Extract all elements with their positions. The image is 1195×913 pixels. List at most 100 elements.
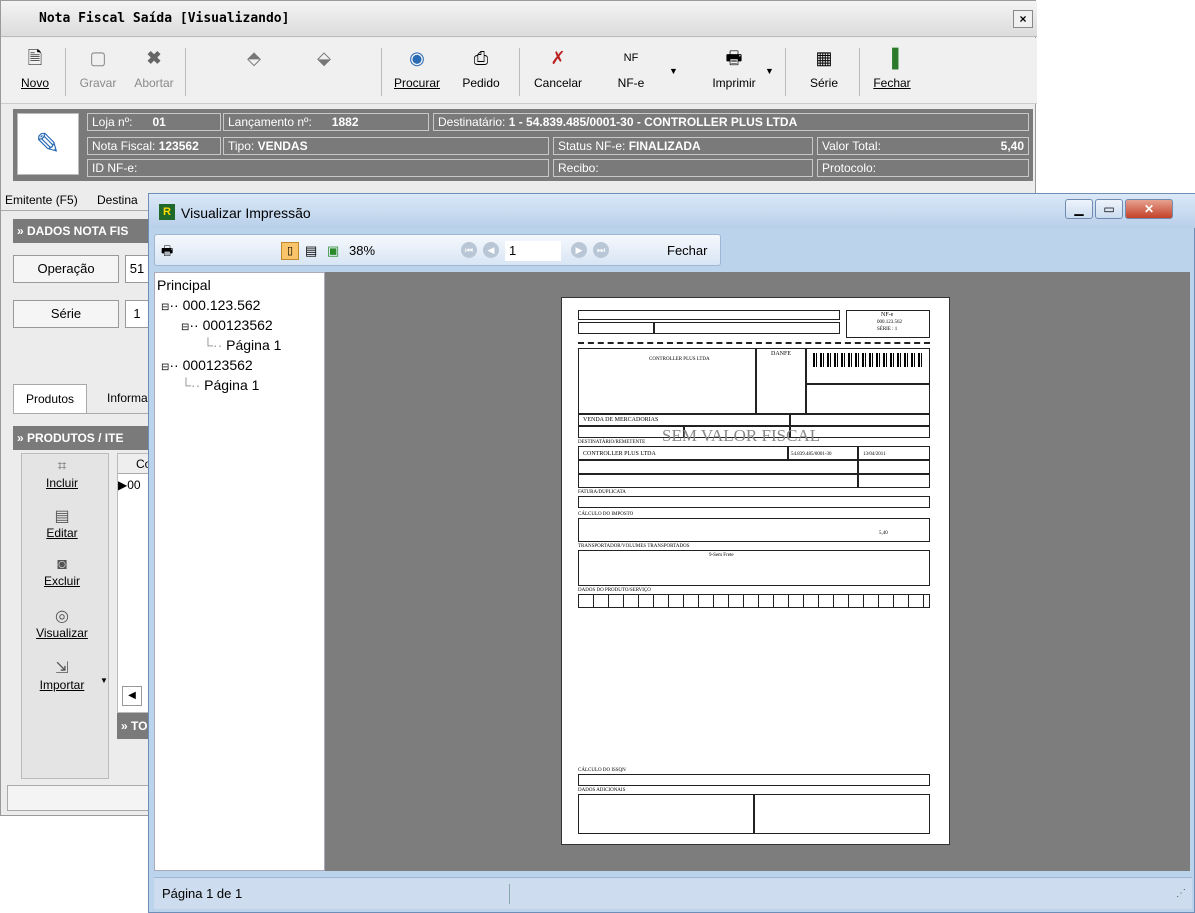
nfe-dropdown-icon[interactable]: ▼: [669, 66, 678, 76]
view-icon: ◎: [55, 608, 69, 625]
tree-node[interactable]: ⊟·· 000.123.562: [161, 297, 260, 313]
editar-button[interactable]: ▤ Editar: [22, 506, 102, 540]
single-page-icon[interactable]: ▯: [281, 242, 299, 260]
window-close-button[interactable]: ✕: [1125, 199, 1173, 219]
fechar-button[interactable]: ▐ Fechar: [867, 46, 917, 98]
valor-total-field: Valor Total: 5,40: [817, 137, 1029, 155]
printer-icon: ⎙: [473, 48, 489, 68]
preview-toolbar: 🖶 ▯ ▤ ▣ 38% ⏮ ◀ 1 ▶ ⏭ Fechar: [154, 234, 721, 266]
minimize-button[interactable]: ▁: [1065, 199, 1093, 219]
tab-informacoes[interactable]: Informa: [107, 391, 148, 405]
first-page-icon[interactable]: ⏮: [461, 242, 477, 258]
lancamento-field: Lançamento nº: 1882: [223, 113, 429, 131]
collapse-icon: ⊟: [161, 362, 170, 373]
cancel-icon: ✗: [550, 48, 566, 68]
insert-icon: ⌗: [57, 458, 67, 475]
dados-nota-section-title: » DADOS NOTA FIS: [13, 219, 149, 243]
natureza-box: VENDA DE MERCADORIAS: [578, 414, 790, 426]
preview-statusbar: Página 1 de 1 ⋰: [154, 877, 1192, 909]
incluir-button[interactable]: ⌗ Incluir: [22, 458, 102, 490]
procurar-button[interactable]: ◉ Procurar: [387, 46, 447, 98]
cancelar-button[interactable]: ✗ Cancelar: [525, 46, 591, 98]
operacao-input[interactable]: 51: [125, 255, 149, 283]
nota-header-panel: ✎ Loja nº: 01 Lançamento nº: 1882 Destin…: [13, 109, 1033, 181]
destinatario-field: Destinatário: 1 - 54.839.485/0001-30 - C…: [433, 113, 1029, 131]
actions-panel: ⌗ Incluir ▤ Editar ◙ Excluir ◎ Visualizar ⇲ I…: [21, 453, 109, 779]
arrow-down-icon: ⬙: [317, 48, 331, 68]
app-icon: R: [159, 204, 175, 220]
page-width-icon[interactable]: ▣: [327, 241, 339, 261]
loja-field: Loja nº: 01: [87, 113, 221, 131]
previous-record-button[interactable]: ⬘: [239, 46, 269, 98]
tab-emitente[interactable]: Emitente (F5): [5, 193, 78, 207]
next-page-icon[interactable]: ▶: [571, 242, 587, 258]
produtos-grid[interactable]: Co ▶00 ◀: [117, 453, 151, 713]
x-icon: ✖: [146, 48, 162, 68]
operacao-label: Operação: [13, 255, 119, 283]
page-tree: Principal ⊟·· 000.123.562 ⊟·· 000123562 …: [154, 272, 325, 871]
print-icon[interactable]: 🖶: [161, 241, 173, 261]
barcode-icon: [813, 353, 923, 367]
maximize-button[interactable]: ▭: [1095, 199, 1123, 219]
tab-destinatario[interactable]: Destina: [97, 193, 138, 207]
exit-door-icon: ▐: [885, 48, 899, 68]
subtabs: Produtos Informa: [13, 384, 149, 414]
edit-icon: ▤: [54, 508, 70, 525]
nota-fiscal-field: Nota Fiscal: 123562: [87, 137, 221, 155]
tipo-field: Tipo: VENDAS: [223, 137, 549, 155]
status-nfe-field: Status NF-e: FINALIZADA: [553, 137, 813, 155]
next-record-button[interactable]: ⬙: [309, 46, 339, 98]
nfe-button[interactable]: NF NF-e: [601, 46, 661, 98]
produtos-section-title: » PRODUTOS / ITE: [13, 426, 149, 450]
tab-produtos[interactable]: Produtos: [13, 384, 87, 414]
nfe-icon: NF: [623, 52, 639, 64]
last-page-icon[interactable]: ⏭: [593, 242, 609, 258]
resize-grip-icon[interactable]: ⋰: [1176, 888, 1186, 899]
collapse-icon: ⊟: [181, 322, 190, 333]
tree-root[interactable]: Principal: [157, 277, 211, 293]
tree-leaf[interactable]: └·· Página 1: [181, 377, 259, 393]
recibo-field: Recibo:: [553, 159, 813, 177]
danfe-page: NF-e 000.123.562 SÉRIE : 1 CONTROLLER PL…: [561, 297, 950, 845]
prev-page-icon[interactable]: ◀: [483, 242, 499, 258]
nota-fiscal-title: Nota Fiscal Saída [Visualizando]: [39, 11, 290, 26]
importar-button[interactable]: ⇲ Importar: [22, 658, 102, 692]
close-button[interactable]: ×: [1013, 10, 1033, 28]
tree-leaf[interactable]: └·· Página 1: [203, 337, 281, 353]
gravar-button[interactable]: ▢ Gravar: [71, 46, 125, 98]
arrow-up-icon: ⬘: [247, 48, 261, 68]
tree-node[interactable]: ⊟·· 000123562: [161, 357, 253, 373]
page-count-status: Página 1 de 1: [162, 886, 243, 901]
serie-button[interactable]: ▦ Série: [797, 46, 851, 98]
serie-input[interactable]: 1: [125, 300, 149, 328]
scroll-left-button[interactable]: ◀: [122, 686, 142, 706]
preview-titlebar: R Visualizar Impressão ▁ ▭ ✕: [149, 194, 1195, 228]
pedido-button[interactable]: ⎙ Pedido: [453, 46, 509, 98]
id-nfe-field: ID NF-e:: [87, 159, 549, 177]
page-number-input[interactable]: 1: [505, 241, 561, 261]
import-icon: ⇲: [55, 660, 69, 677]
visualizar-button[interactable]: ◎ Visualizar: [22, 606, 102, 640]
save-icon: ▢: [89, 48, 107, 68]
nfe-box: NF-e 000.123.562 SÉRIE : 1: [846, 310, 930, 338]
table-row[interactable]: ▶00: [118, 476, 150, 494]
collapse-icon: ⊟: [161, 302, 170, 313]
search-globe-icon: ◉: [409, 48, 425, 68]
preview-title: Visualizar Impressão: [181, 205, 311, 221]
status-divider: [509, 884, 510, 904]
abortar-button[interactable]: ✖ Abortar: [129, 46, 179, 98]
tree-node[interactable]: ⊟·· 000123562: [181, 317, 273, 333]
novo-button[interactable]: 🗎 Novo: [11, 46, 59, 98]
multi-page-icon[interactable]: ▤: [305, 241, 317, 261]
zoom-value[interactable]: 38%: [349, 241, 375, 261]
excluir-button[interactable]: ◙ Excluir: [22, 556, 102, 588]
importar-dropdown-icon[interactable]: ▼: [100, 676, 108, 685]
serie-icon: ▦: [815, 48, 833, 68]
new-document-icon: 🗎: [27, 48, 43, 68]
protocolo-field: Protocolo:: [817, 159, 1029, 177]
emitente-box: CONTROLLER PLUS LTDA: [578, 348, 756, 414]
imprimir-button[interactable]: 🖶 Imprimir: [699, 46, 769, 98]
print-preview-area[interactable]: NF-e 000.123.562 SÉRIE : 1 CONTROLLER PL…: [325, 272, 1190, 871]
fechar-preview-button[interactable]: Fechar: [667, 241, 707, 261]
imprimir-dropdown-icon[interactable]: ▼: [765, 66, 774, 76]
